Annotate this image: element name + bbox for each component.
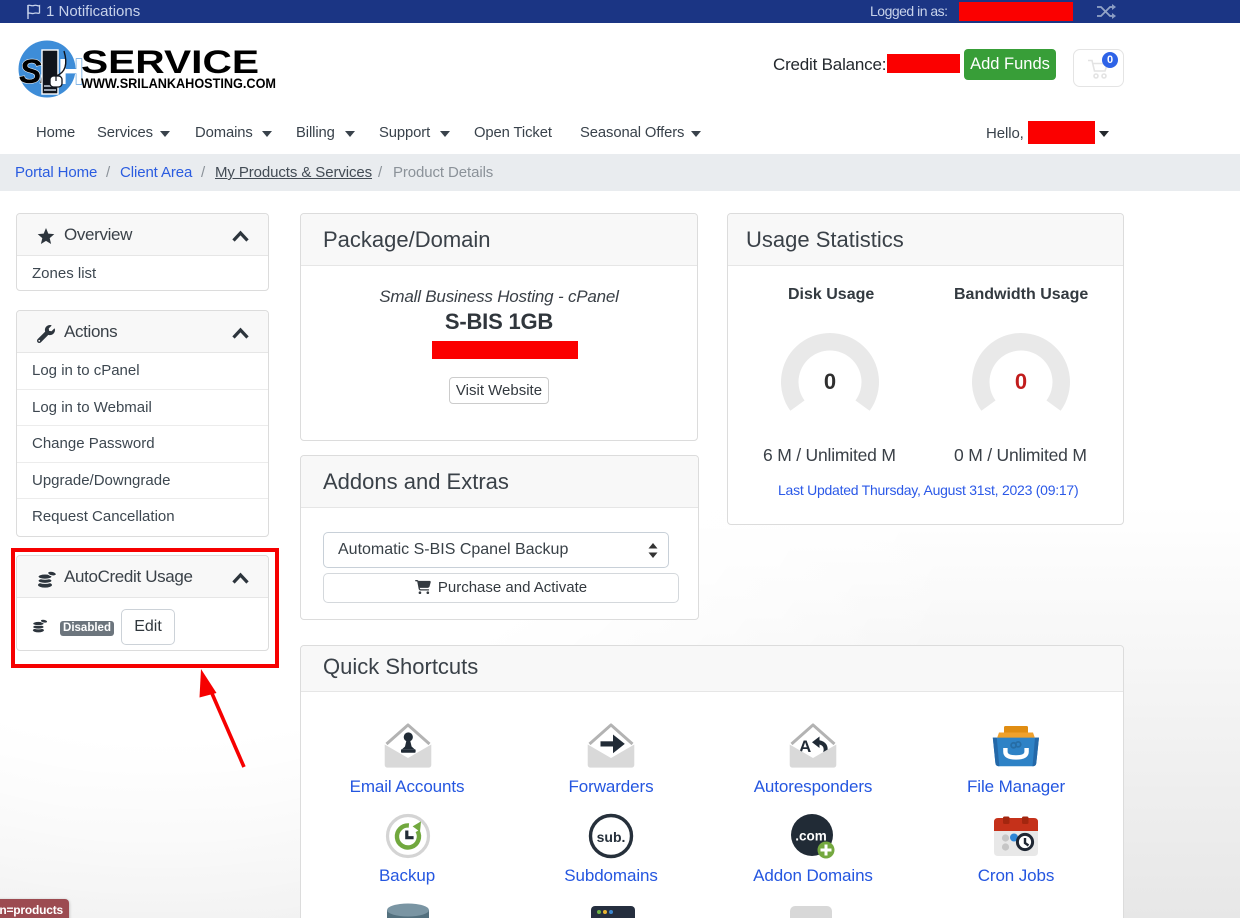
svg-text:SERVICE: SERVICE bbox=[81, 44, 259, 80]
svg-text:.com: .com bbox=[795, 829, 827, 844]
svg-text:WWW.SRILANKAHOSTING.COM: WWW.SRILANKAHOSTING.COM bbox=[81, 76, 276, 92]
svg-text:0: 0 bbox=[824, 369, 836, 394]
svg-text:sub.: sub. bbox=[597, 829, 626, 845]
svg-text:0: 0 bbox=[1015, 369, 1027, 394]
